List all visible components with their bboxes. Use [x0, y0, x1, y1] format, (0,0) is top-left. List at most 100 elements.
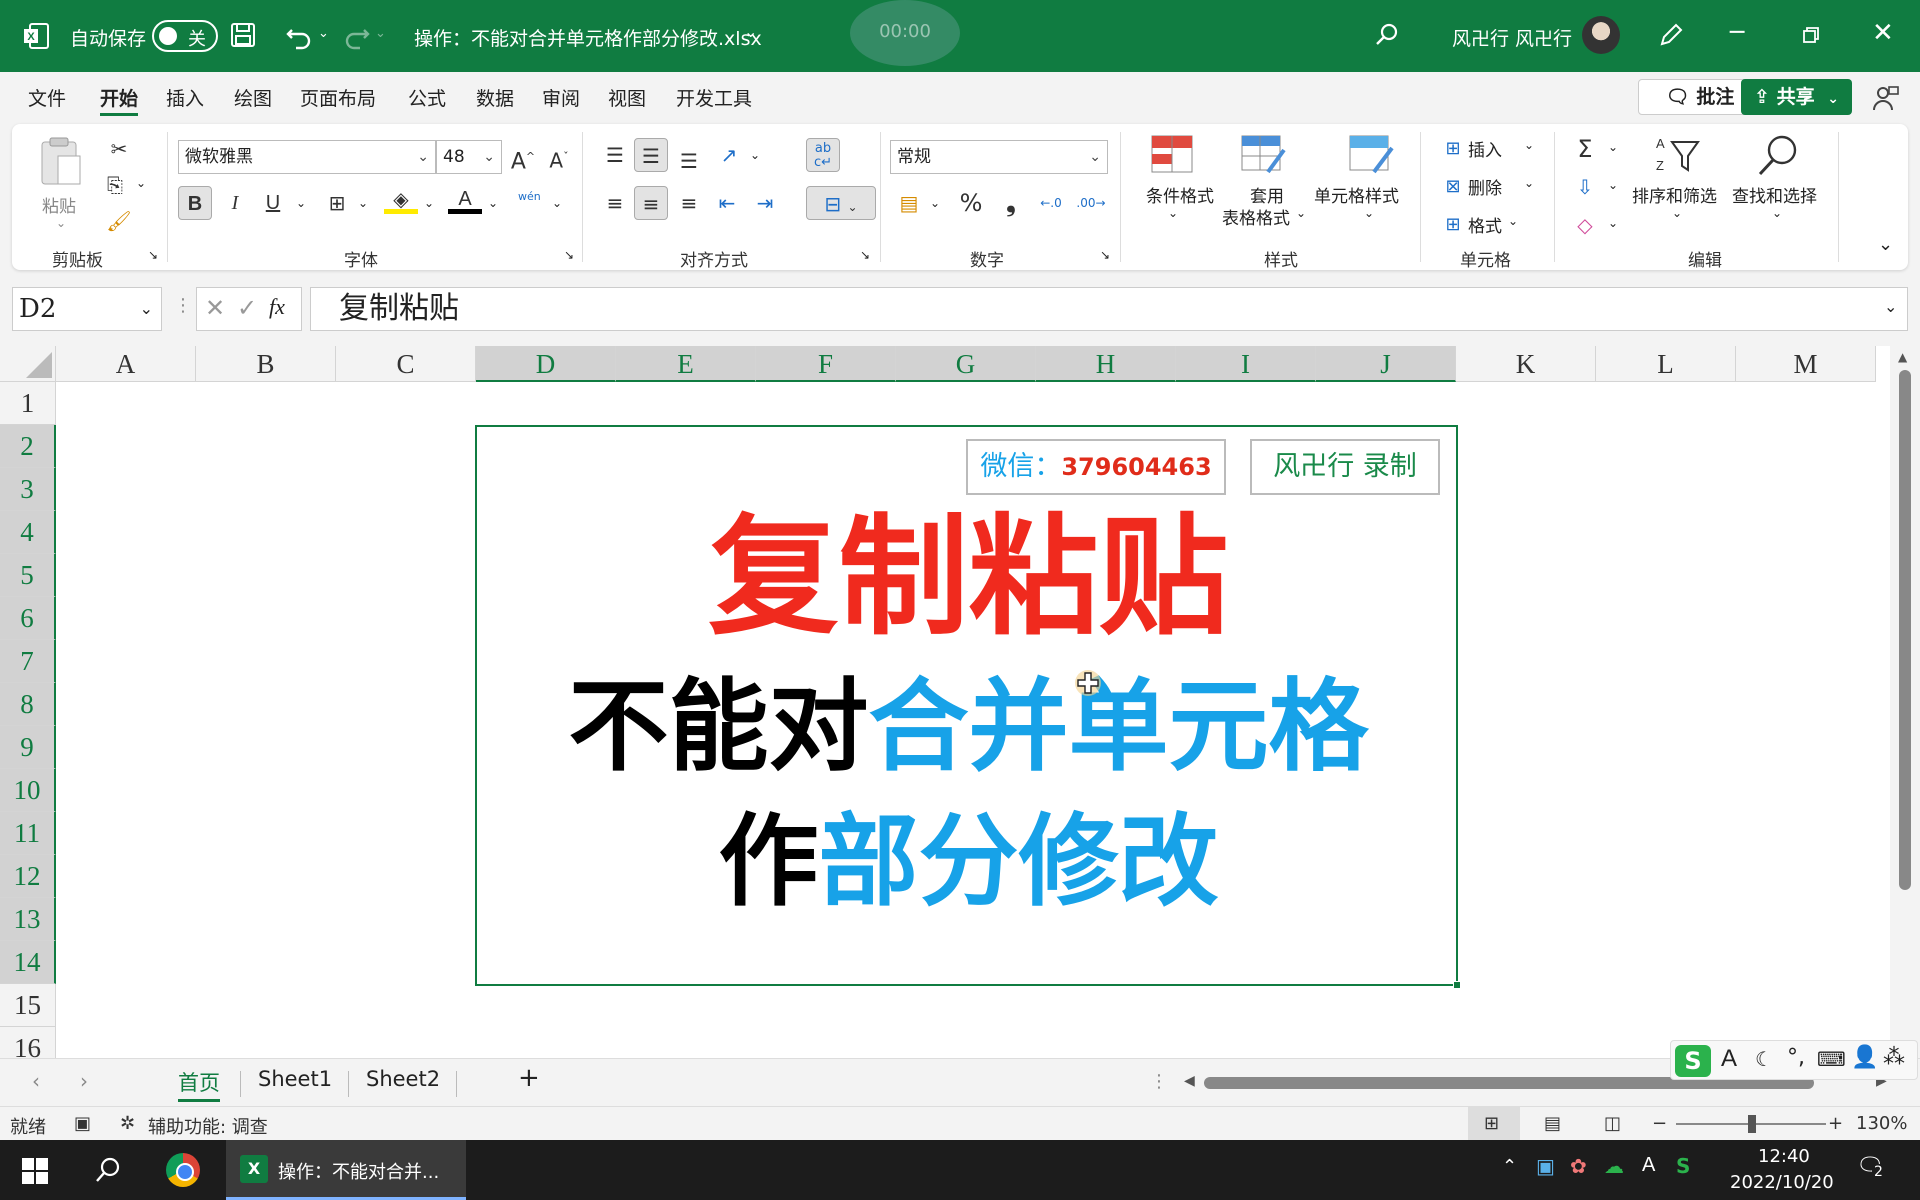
accounting-dropdown-icon[interactable]: ⌄	[930, 196, 940, 210]
ime-grid-icon[interactable]: ⁂	[1883, 1045, 1905, 1070]
cell-styles-dropdown-icon[interactable]: ⌄	[1364, 206, 1374, 220]
ime-logo[interactable]: S	[1675, 1045, 1711, 1077]
menu-draw[interactable]: 绘图	[234, 84, 272, 111]
align-top-icon[interactable]: ☰	[598, 138, 632, 172]
increase-decimal-icon[interactable]: ←.0	[1034, 186, 1068, 220]
percent-style-button[interactable]: %	[954, 186, 988, 220]
menu-insert[interactable]: 插入	[166, 84, 204, 111]
accessibility-status[interactable]: 辅助功能: 调查	[148, 1113, 268, 1139]
row-header[interactable]: 3	[0, 468, 56, 511]
fill-color-icon[interactable]: ◈	[384, 184, 418, 214]
file-title-dropdown-icon[interactable]: ⌄	[744, 22, 757, 41]
number-format-dropdown-icon[interactable]: ⌄	[1089, 141, 1101, 173]
row-header[interactable]: 7	[0, 640, 56, 683]
accessibility-icon[interactable]: ✲	[120, 1113, 135, 1134]
ribbon-collapse-icon[interactable]: ⌄	[1878, 234, 1893, 255]
menu-file[interactable]: 文件	[28, 84, 66, 111]
font-name-combo[interactable]: 微软雅黑 ⌄	[178, 140, 436, 174]
fill-color-dropdown-icon[interactable]: ⌄	[424, 196, 434, 210]
sort-filter-button[interactable]: A Z 排序和筛选 ⌄	[1630, 134, 1726, 244]
close-icon[interactable]: ✕	[1872, 18, 1894, 48]
decrease-decimal-icon[interactable]: .00→	[1074, 186, 1108, 220]
sort-filter-dropdown-icon[interactable]: ⌄	[1672, 206, 1682, 220]
ime-moon-icon[interactable]: ☾	[1755, 1047, 1773, 1071]
column-header[interactable]: L	[1596, 346, 1736, 382]
merge-center-icon[interactable]: ⊟ ⌄	[806, 186, 876, 220]
delete-cells-label[interactable]: 删除	[1468, 174, 1502, 199]
name-box-dropdown-icon[interactable]: ⌄	[140, 288, 153, 330]
delete-cells-icon[interactable]: ⊠	[1436, 170, 1470, 204]
underline-button[interactable]: U	[256, 186, 290, 220]
alignment-launcher-icon[interactable]: ↘	[860, 248, 870, 262]
column-header[interactable]: H	[1036, 346, 1176, 382]
row-header[interactable]: 8	[0, 683, 56, 726]
prev-sheet-icon[interactable]: ‹	[32, 1069, 40, 1093]
fill-dropdown-icon[interactable]: ⌄	[1608, 178, 1618, 192]
formula-bar-grip-icon[interactable]: ⋮	[174, 295, 192, 316]
borders-dropdown-icon[interactable]: ⌄	[358, 196, 368, 210]
taskbar-date[interactable]: 2022/10/20	[1730, 1172, 1834, 1193]
row-header[interactable]: 6	[0, 597, 56, 640]
ime-mode-button[interactable]: A	[1721, 1045, 1737, 1073]
feedback-icon[interactable]	[1872, 84, 1900, 112]
format-cells-icon[interactable]: ⊞	[1436, 208, 1470, 242]
format-as-table-dropdown-icon[interactable]: ⌄	[1296, 206, 1306, 220]
row-header[interactable]: 15	[0, 984, 56, 1027]
row-header[interactable]: 14	[0, 941, 56, 984]
column-header[interactable]: A	[56, 346, 196, 382]
phonetic-icon[interactable]: wén	[518, 190, 541, 203]
search-icon[interactable]	[1374, 22, 1400, 48]
add-sheet-button[interactable]: +	[518, 1063, 540, 1093]
pen-icon[interactable]	[1656, 20, 1686, 50]
ime-punctuation-icon[interactable]: °,	[1787, 1045, 1805, 1070]
font-color-dropdown-icon[interactable]: ⌄	[488, 196, 498, 210]
menu-data[interactable]: 数据	[476, 84, 514, 111]
menu-page-layout[interactable]: 页面布局	[300, 84, 376, 111]
format-painter-icon[interactable]: 🖌	[102, 204, 136, 238]
tray-flower-icon[interactable]: ✿	[1570, 1154, 1587, 1178]
number-launcher-icon[interactable]: ↘	[1100, 248, 1110, 262]
undo-icon[interactable]	[284, 20, 314, 50]
cell-styles-button[interactable]: 单元格样式 ⌄	[1312, 134, 1430, 244]
conditional-formatting-button[interactable]: 条件格式 ⌄	[1130, 134, 1214, 244]
save-icon[interactable]	[230, 22, 256, 48]
share-button[interactable]: ⇪ 共享 ⌄	[1741, 79, 1852, 115]
format-cells-dropdown-icon[interactable]: ⌄	[1508, 214, 1518, 228]
sheet-tab-sheet1[interactable]: Sheet1	[258, 1067, 332, 1091]
scroll-up-icon[interactable]: ▲	[1898, 350, 1907, 364]
windows-start-icon[interactable]	[22, 1158, 48, 1184]
insert-cells-dropdown-icon[interactable]: ⌄	[1524, 138, 1534, 152]
font-size-combo[interactable]: 48 ⌄	[436, 140, 502, 174]
taskbar-excel-window[interactable]: X 操作：不能对合并...	[226, 1140, 466, 1200]
copy-dropdown-icon[interactable]: ⌄	[136, 176, 146, 190]
insert-function-button[interactable]: fx	[269, 294, 285, 320]
tray-expand-icon[interactable]: ⌃	[1502, 1156, 1517, 1177]
worksheet-grid[interactable]: ABCDEFGHIJKLM 1 2 3 4 5 6 7 8 9 10 11 12 13 14 15 16 微信…	[0, 346, 1890, 1058]
align-left-icon[interactable]: ≡	[598, 186, 632, 220]
zoom-level[interactable]: 130%	[1856, 1113, 1907, 1134]
paste-dropdown-icon[interactable]: ⌄	[56, 216, 66, 230]
menu-developer[interactable]: 开发工具	[676, 84, 752, 111]
sheet-tab-sheet2[interactable]: Sheet2	[366, 1067, 440, 1091]
notification-center-button[interactable]: 🗨 2	[1856, 1154, 1886, 1184]
file-title[interactable]: 操作：不能对合并单元格作部分修改.xlsx	[414, 24, 762, 51]
row-header[interactable]: 10	[0, 769, 56, 812]
orientation-icon[interactable]: ↗	[712, 138, 746, 172]
find-select-dropdown-icon[interactable]: ⌄	[1772, 206, 1782, 220]
align-middle-icon[interactable]: ☰	[634, 138, 668, 172]
row-header[interactable]: 5	[0, 554, 56, 597]
align-bottom-icon[interactable]: ☰	[672, 144, 706, 178]
phonetic-dropdown-icon[interactable]: ⌄	[552, 196, 562, 210]
cancel-entry-icon[interactable]: ✕	[205, 294, 225, 322]
vertical-scrollbar[interactable]: ▲	[1890, 346, 1920, 1058]
page-break-view-icon[interactable]: ◫	[1604, 1113, 1621, 1134]
row-header[interactable]: 13	[0, 898, 56, 941]
select-all-corner[interactable]	[0, 346, 56, 382]
column-header[interactable]: E	[616, 346, 756, 382]
find-select-button[interactable]: 查找和选择 ⌄	[1730, 134, 1826, 244]
column-header[interactable]: K	[1456, 346, 1596, 382]
row-header[interactable]: 11	[0, 812, 56, 855]
font-size-dropdown-icon[interactable]: ⌄	[483, 141, 495, 173]
tab-split-grip-icon[interactable]: ⋮	[1150, 1071, 1168, 1092]
autosum-button[interactable]: Σ	[1568, 132, 1602, 166]
